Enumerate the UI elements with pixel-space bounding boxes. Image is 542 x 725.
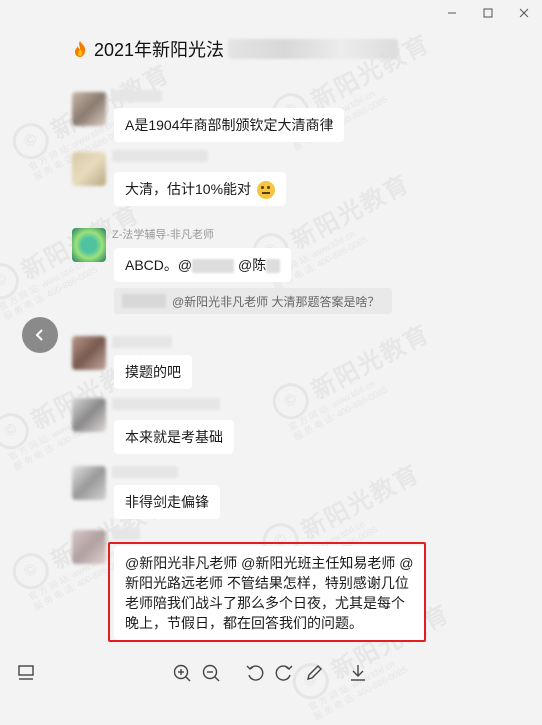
message-text: @陈 [238, 257, 267, 273]
message-bubble[interactable]: ABCD。@ @陈 [114, 248, 292, 282]
avatar [72, 152, 106, 186]
sender-name-redacted [112, 398, 220, 410]
sender-name-redacted [112, 150, 208, 162]
mention-redacted [192, 259, 235, 274]
avatar [72, 530, 106, 564]
watermark: ©新阳光教育官 方 网 站: www.tdxl.cn服 务 电 话: 400-8… [266, 313, 445, 445]
message-bubble[interactable]: 大清，估计10%能对 [114, 172, 286, 207]
message-text: 本来就是考基础 [125, 429, 223, 445]
rotate-left-icon[interactable] [245, 663, 265, 683]
message-text: 非得剑走偏锋 [125, 494, 209, 510]
avatar [72, 466, 106, 500]
sender-name-redacted [112, 336, 172, 348]
quoted-message[interactable]: @新阳光非凡老师 大清那题答案是啥？ [114, 288, 392, 314]
chevron-left-icon [35, 329, 43, 341]
highlight-box [108, 542, 426, 642]
thinking-emoji [256, 181, 275, 200]
message-bubble[interactable]: A是1904年商部制颁钦定大清商律 [114, 108, 345, 142]
image-viewer-toolbar [0, 655, 542, 691]
minimize-icon[interactable] [434, 0, 470, 26]
message-text: 摸题的吧 [125, 364, 181, 380]
rotate-right-icon[interactable] [274, 663, 294, 683]
message-text: 大清，估计10%能对 [125, 181, 252, 197]
close-icon[interactable] [506, 0, 542, 26]
message-bubble[interactable]: 本来就是考基础 [114, 420, 234, 454]
sender-name-redacted [112, 466, 178, 478]
layout-icon[interactable] [16, 663, 36, 683]
window-controls [434, 0, 542, 26]
title-redacted [228, 39, 399, 59]
sender-name: Z-法学辅导-非凡老师 [112, 229, 215, 241]
maximize-icon[interactable] [470, 0, 506, 26]
message-bubble[interactable]: 摸题的吧 [114, 355, 192, 389]
download-icon[interactable] [348, 663, 368, 683]
message-text: ABCD。@ [125, 257, 193, 273]
zoom-out-icon[interactable] [201, 663, 221, 683]
quote-text: @新阳光非凡老师 大清那题答案是啥？ [172, 294, 380, 309]
quote-sender-redacted [122, 294, 166, 308]
avatar [72, 92, 106, 126]
edit-icon[interactable] [304, 663, 324, 683]
zoom-in-icon[interactable] [172, 663, 192, 683]
chat-title-bar: 2021年新阳光法 [72, 36, 399, 62]
avatar [72, 228, 106, 262]
previous-image-button[interactable] [22, 317, 58, 353]
mention-redacted [266, 259, 281, 274]
message-text: A是1904年商部制颁钦定大清商律 [125, 117, 334, 133]
chat-title: 2021年新阳光法 [94, 40, 225, 60]
avatar [72, 398, 106, 432]
sender-name-redacted [112, 90, 162, 102]
sender-name-redacted [112, 528, 140, 540]
fire-icon [75, 41, 86, 57]
avatar [72, 336, 106, 370]
message-bubble[interactable]: 非得剑走偏锋 [114, 485, 220, 519]
